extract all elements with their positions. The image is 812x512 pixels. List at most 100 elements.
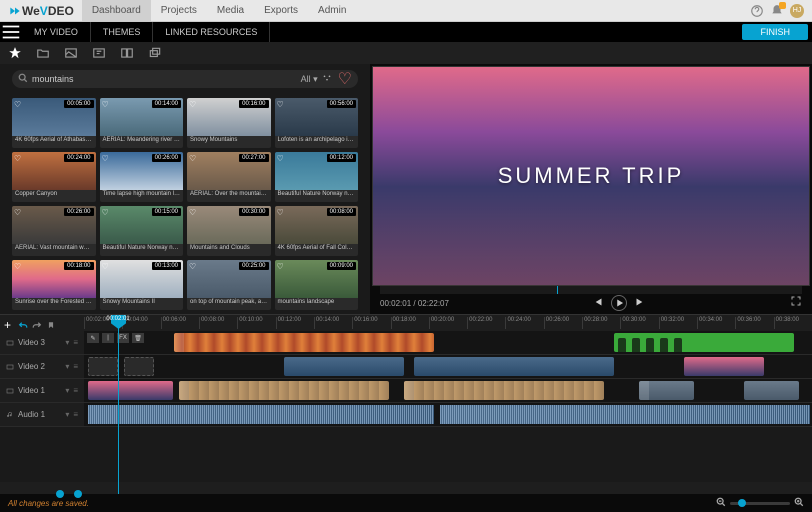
keyframe-marker[interactable] xyxy=(74,490,82,498)
media-clip[interactable]: ♡00:14:00AERIAL: Meandering river win... xyxy=(100,98,184,148)
folder-tab-icon[interactable] xyxy=(36,46,50,60)
timeline-playhead[interactable]: 00:02:01 xyxy=(118,315,119,494)
favorite-icon[interactable]: ♡ xyxy=(14,208,21,217)
zoom-slider[interactable] xyxy=(730,502,790,505)
media-clip[interactable]: ♡00:27:00AERIAL: Over the mountain cliff xyxy=(187,152,271,202)
media-clip[interactable]: ♡00:05:004K 60fps Aerial of Athabasca... xyxy=(12,98,96,148)
notification-bell-icon[interactable] xyxy=(770,4,784,18)
preview-scrubber[interactable] xyxy=(380,286,802,294)
transition-tab-icon[interactable] xyxy=(120,46,134,60)
ruler-tick[interactable]: 00:10:00 xyxy=(237,317,275,329)
avatar[interactable]: HJ xyxy=(790,4,804,18)
media-clip[interactable]: ♡00:30:00Mountains and Clouds xyxy=(187,206,271,256)
track-lane[interactable] xyxy=(84,355,812,378)
timeline-clip[interactable] xyxy=(684,357,764,376)
ruler-tick[interactable]: 00:14:00 xyxy=(314,317,352,329)
favorite-icon[interactable]: ♡ xyxy=(277,100,284,109)
topnav-projects[interactable]: Projects xyxy=(151,0,207,21)
text-tab-icon[interactable] xyxy=(92,46,106,60)
add-track-button[interactable]: + xyxy=(4,318,14,328)
ruler-tick[interactable]: 00:08:00 xyxy=(199,317,237,329)
ruler-tick[interactable]: 00:12:00 xyxy=(276,317,314,329)
media-clip[interactable]: ♡00:12:00Beautiful Nature Norway natu... xyxy=(275,152,359,202)
media-clip[interactable]: ♡00:18:00Sunrise over the Forested Mo... xyxy=(12,260,96,310)
ruler-tick[interactable]: 00:32:00 xyxy=(659,317,697,329)
topnav-media[interactable]: Media xyxy=(207,0,254,21)
logo[interactable]: WeVDEO xyxy=(0,4,82,18)
media-clip[interactable]: ♡00:09:00mountains landscape xyxy=(275,260,359,310)
favorite-icon[interactable]: ♡ xyxy=(277,262,284,271)
ruler-tick[interactable]: 00:38:00 xyxy=(774,317,812,329)
clip-fx-button[interactable]: | xyxy=(102,333,114,343)
favorite-icon[interactable]: ♡ xyxy=(189,154,196,163)
ruler-tick[interactable]: 00:18:00 xyxy=(391,317,429,329)
ruler-tick[interactable]: 00:22:00 xyxy=(467,317,505,329)
search-input[interactable] xyxy=(32,74,297,84)
ruler-tick[interactable]: 00:06:00 xyxy=(161,317,199,329)
ruler-tick[interactable]: 00:30:00 xyxy=(620,317,658,329)
subnav-item[interactable]: LINKED RESOURCES xyxy=(153,22,270,42)
media-clip[interactable]: ♡00:26:00AERIAL: Vast mountain wall in .… xyxy=(12,206,96,256)
zoom-out-icon[interactable] xyxy=(716,494,726,512)
ruler-tick[interactable]: 00:36:00 xyxy=(735,317,773,329)
search-settings-icon[interactable] xyxy=(322,73,332,85)
layers-tab-icon[interactable] xyxy=(148,46,162,60)
skip-forward-button[interactable] xyxy=(633,295,647,309)
timeline-clip[interactable] xyxy=(88,381,173,400)
topnav-admin[interactable]: Admin xyxy=(308,0,356,21)
help-icon[interactable] xyxy=(750,4,764,18)
timeline-clip[interactable] xyxy=(174,333,434,352)
topnav-exports[interactable]: Exports xyxy=(254,0,308,21)
track-label[interactable]: Audio 1▾≡ xyxy=(0,403,84,426)
topnav-dashboard[interactable]: Dashboard xyxy=(82,0,151,21)
audio-clip[interactable] xyxy=(88,405,434,424)
play-button[interactable] xyxy=(611,295,627,311)
track-lane[interactable]: ✎|FX🗑 xyxy=(84,331,812,354)
favorite-icon[interactable]: ♡ xyxy=(277,208,284,217)
favorites-heart-icon[interactable]: ♡ xyxy=(338,69,352,89)
favorite-icon[interactable]: ♡ xyxy=(277,154,284,163)
favorite-icon[interactable]: ♡ xyxy=(14,100,21,109)
favorite-icon[interactable]: ♡ xyxy=(14,262,21,271)
marker-button[interactable] xyxy=(46,318,56,328)
star-tab-icon[interactable] xyxy=(8,46,22,60)
favorite-icon[interactable]: ♡ xyxy=(189,262,196,271)
ruler-tick[interactable]: 00:28:00 xyxy=(582,317,620,329)
favorite-icon[interactable]: ♡ xyxy=(189,100,196,109)
timeline-clip[interactable] xyxy=(744,381,799,400)
media-clip[interactable]: ♡00:16:00Snowy Mountains xyxy=(187,98,271,148)
hamburger-menu-icon[interactable] xyxy=(0,21,22,43)
track-label[interactable]: Video 1▾≡ xyxy=(0,379,84,402)
preview-canvas[interactable]: SUMMER TRIP xyxy=(372,66,810,286)
ruler-tick[interactable]: 00:34:00 xyxy=(697,317,735,329)
favorite-icon[interactable]: ♡ xyxy=(102,154,109,163)
search-filter-all[interactable]: All ▾ xyxy=(301,74,318,85)
favorite-icon[interactable]: ♡ xyxy=(102,100,109,109)
timeline-clip[interactable] xyxy=(639,381,694,400)
subnav-item[interactable]: MY VIDEO xyxy=(22,22,91,42)
timeline-clip[interactable] xyxy=(88,357,118,376)
timeline-clip[interactable] xyxy=(404,381,604,400)
media-clip[interactable]: ♡00:56:00Lofoten is an archipelago in th… xyxy=(275,98,359,148)
image-tab-icon[interactable] xyxy=(64,46,78,60)
fullscreen-icon[interactable] xyxy=(790,294,802,312)
track-label[interactable]: Video 2▾≡ xyxy=(0,355,84,378)
media-clip[interactable]: ♡00:24:00Copper Canyon xyxy=(12,152,96,202)
undo-button[interactable] xyxy=(18,318,28,328)
media-clip[interactable]: ♡00:25:00on top of mountain peak, aeri..… xyxy=(187,260,271,310)
clip-fx-button[interactable]: 🗑 xyxy=(132,333,144,343)
zoom-in-icon[interactable] xyxy=(794,494,804,512)
track-lane[interactable] xyxy=(84,403,812,426)
media-clip[interactable]: ♡00:15:00Beautiful Nature Norway natu... xyxy=(100,206,184,256)
timeline-clip[interactable] xyxy=(614,333,794,352)
timeline-clip[interactable] xyxy=(414,357,614,376)
clip-fx-button[interactable]: ✎ xyxy=(87,333,99,343)
redo-button[interactable] xyxy=(32,318,42,328)
ruler-tick[interactable]: 00:20:00 xyxy=(429,317,467,329)
keyframe-marker[interactable] xyxy=(56,490,64,498)
track-label[interactable]: Video 3▾≡ xyxy=(0,331,84,354)
favorite-icon[interactable]: ♡ xyxy=(189,208,196,217)
track-lane[interactable] xyxy=(84,379,812,402)
media-clip[interactable]: ♡00:13:00Snowy Mountains II xyxy=(100,260,184,310)
media-clip[interactable]: ♡00:08:004K 60fps Aerial of Fall Colors … xyxy=(275,206,359,256)
